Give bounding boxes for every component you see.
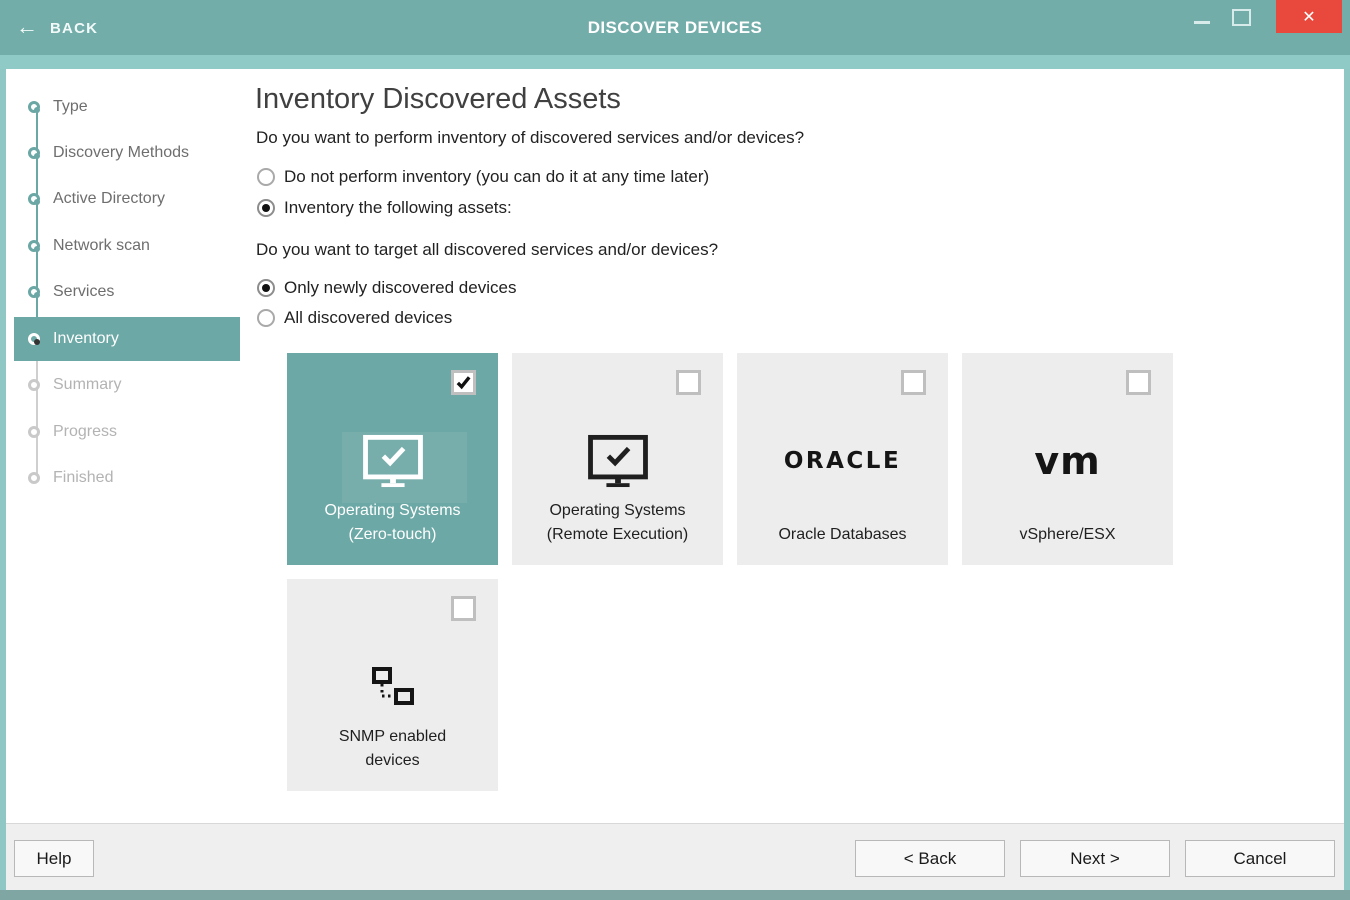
asset-tile-snmp-devices[interactable]: SNMP enabled devices (287, 579, 498, 791)
sidebar-step-discovery-methods[interactable]: Discovery Methods (14, 131, 240, 175)
radio-all-discovered[interactable]: All discovered devices (257, 307, 452, 329)
window-title: DISCOVER DEVICES (0, 0, 1350, 55)
step-label: Discovery Methods (53, 144, 189, 162)
radio-button-icon (257, 168, 275, 186)
page-title: Inventory Discovered Assets (255, 83, 621, 116)
step-circle-icon (28, 240, 40, 252)
step-label: Network scan (53, 237, 150, 255)
step-label: Finished (53, 469, 113, 487)
tile-label: vSphere/ESX (962, 523, 1173, 547)
tile-label: Operating Systems (Zero-touch) (287, 499, 498, 547)
step-label: Active Directory (53, 190, 165, 208)
step-circle-icon (28, 472, 40, 484)
asset-tile-os-remote-execution[interactable]: Operating Systems (Remote Execution) (512, 353, 723, 565)
footer-bar: Help < Back Next > Cancel (6, 823, 1344, 890)
close-icon[interactable]: ✕ (1276, 0, 1342, 33)
radio-do-not-perform-inventory[interactable]: Do not perform inventory (you can do it … (257, 166, 709, 188)
step-circle-icon (28, 426, 40, 438)
back-button[interactable]: < Back (855, 840, 1005, 877)
back-button-label: BACK (50, 18, 98, 37)
step-circle-icon (28, 101, 40, 113)
step-circle-icon (28, 379, 40, 391)
tile-label: SNMP enabled devices (287, 725, 498, 773)
titlebar: ← BACK DISCOVER DEVICES ✕ (0, 0, 1350, 55)
step-label: Summary (53, 376, 121, 394)
sidebar-step-progress[interactable]: Progress (14, 410, 240, 454)
wizard-step-list: Type Discovery Methods Active Directory … (6, 69, 248, 509)
sidebar-step-finished[interactable]: Finished (14, 456, 240, 500)
tile-label: Oracle Databases (737, 523, 948, 547)
asset-tile-oracle-databases[interactable]: ORACLE Oracle Databases (737, 353, 948, 565)
next-button[interactable]: Next > (1020, 840, 1170, 877)
step-label: Inventory (53, 330, 119, 348)
tile-label: Operating Systems (Remote Execution) (512, 499, 723, 547)
asset-tile-os-zero-touch[interactable]: Operating Systems (Zero-touch) (287, 353, 498, 565)
sidebar-step-type[interactable]: Type (14, 85, 240, 129)
discover-devices-window: ← BACK DISCOVER DEVICES ✕ Type Discovery… (0, 0, 1350, 900)
minimize-icon[interactable] (1194, 21, 1210, 24)
step-label: Type (53, 98, 88, 116)
checkbox-icon[interactable] (901, 370, 926, 395)
titlebar-back-button[interactable]: ← BACK (16, 14, 98, 40)
help-button[interactable]: Help (14, 840, 94, 877)
sidebar-step-network-scan[interactable]: Network scan (14, 224, 240, 268)
radio-label: Inventory the following assets: (284, 198, 512, 218)
question-perform-inventory: Do you want to perform inventory of disc… (256, 128, 804, 148)
maximize-icon[interactable] (1232, 9, 1251, 26)
window-bottom-border (0, 890, 1350, 900)
cancel-button[interactable]: Cancel (1185, 840, 1335, 877)
vmware-logo: vm (962, 433, 1173, 489)
monitor-check-icon (287, 433, 498, 489)
radio-label: All discovered devices (284, 308, 452, 328)
step-circle-icon (28, 193, 40, 205)
checkbox-icon[interactable] (451, 596, 476, 621)
sidebar-step-active-directory[interactable]: Active Directory (14, 177, 240, 221)
sidebar-step-summary[interactable]: Summary (14, 363, 240, 407)
titlebar-accent-band (0, 55, 1350, 69)
sidebar-step-services[interactable]: Services (14, 270, 240, 314)
radio-label: Only newly discovered devices (284, 278, 516, 298)
checkbox-icon[interactable] (451, 370, 476, 395)
checkbox-icon[interactable] (1126, 370, 1151, 395)
radio-inventory-following-assets[interactable]: Inventory the following assets: (257, 197, 512, 219)
step-circle-icon (28, 147, 40, 159)
snmp-devices-icon (287, 659, 498, 715)
monitor-check-icon (512, 433, 723, 489)
asset-tile-grid: Operating Systems (Zero-touch) Operating… (287, 353, 1187, 791)
wizard-content: Type Discovery Methods Active Directory … (6, 69, 1344, 890)
sidebar-step-inventory[interactable]: Inventory (14, 317, 240, 361)
radio-button-icon (257, 199, 275, 217)
oracle-logo: ORACLE (737, 433, 948, 489)
question-target-devices: Do you want to target all discovered ser… (256, 240, 718, 260)
checkbox-icon[interactable] (676, 370, 701, 395)
step-label: Services (53, 283, 114, 301)
radio-only-newly-discovered[interactable]: Only newly discovered devices (257, 277, 516, 299)
radio-label: Do not perform inventory (you can do it … (284, 167, 709, 187)
step-circle-icon (28, 333, 40, 345)
asset-tile-vsphere-esx[interactable]: vm vSphere/ESX (962, 353, 1173, 565)
step-circle-icon (28, 286, 40, 298)
radio-button-icon (257, 279, 275, 297)
step-label: Progress (53, 423, 117, 441)
back-arrow-icon: ← (16, 14, 38, 40)
radio-button-icon (257, 309, 275, 327)
